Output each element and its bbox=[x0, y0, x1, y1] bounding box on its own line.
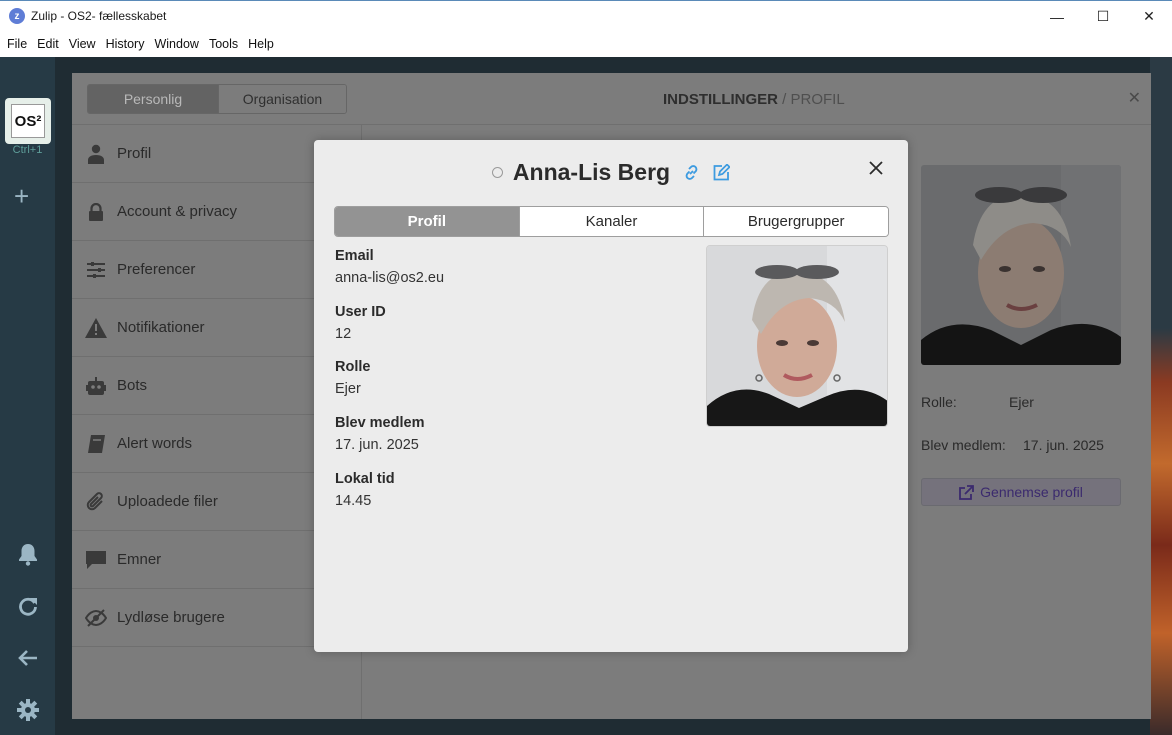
user-full-name: Anna-Lis Berg bbox=[512, 158, 671, 185]
settings-nav-label: Profil bbox=[117, 145, 152, 162]
preview-joined-value: 17. jun. 2025 bbox=[1023, 437, 1104, 453]
warning-icon bbox=[84, 317, 108, 338]
link-icon[interactable] bbox=[682, 163, 700, 181]
sliders-icon bbox=[84, 260, 108, 280]
field-label: Email bbox=[335, 248, 374, 264]
book-icon bbox=[84, 434, 108, 454]
settings-nav-label: Notifikationer bbox=[117, 319, 205, 336]
back-arrow-icon[interactable] bbox=[15, 645, 41, 671]
settings-section-toggle: Personlig Organisation bbox=[87, 84, 347, 114]
field-value: 17. jun. 2025 bbox=[335, 437, 419, 453]
field-value: 14.45 bbox=[335, 493, 372, 509]
message-icon bbox=[84, 550, 108, 570]
robot-icon bbox=[84, 376, 108, 396]
settings-nav-label: Lydløse brugere bbox=[117, 609, 225, 626]
bell-icon[interactable] bbox=[15, 541, 41, 567]
preview-role-label: Rolle: bbox=[921, 394, 957, 410]
settings-heading-sep: / bbox=[778, 91, 791, 108]
user-icon bbox=[84, 144, 108, 164]
lock-icon bbox=[84, 202, 108, 222]
field-value[interactable]: anna-lis@os2.eu bbox=[335, 270, 444, 286]
settings-nav-label: Account & privacy bbox=[117, 203, 238, 220]
field-label: Blev medlem bbox=[335, 415, 425, 431]
presence-indicator bbox=[491, 166, 503, 178]
tab-profil[interactable]: Profil bbox=[335, 207, 519, 236]
zulip-app-icon: z bbox=[9, 8, 25, 24]
field-role: Rolle Ejer bbox=[335, 359, 370, 397]
menu-history[interactable]: History bbox=[101, 37, 150, 51]
desktop-background-edge bbox=[1150, 57, 1172, 735]
close-window-button[interactable]: ✕ bbox=[1126, 1, 1172, 32]
field-value: Ejer bbox=[335, 381, 361, 397]
profile-preview bbox=[921, 165, 1121, 365]
menu-edit[interactable]: Edit bbox=[32, 37, 64, 51]
menu-bar: File Edit View History Window Tools Help bbox=[0, 31, 1172, 57]
preview-role-value: Ejer bbox=[1009, 394, 1034, 410]
tab-brugergrupper[interactable]: Brugergrupper bbox=[703, 207, 888, 236]
menu-window[interactable]: Window bbox=[149, 37, 203, 51]
modal-header: Anna-Lis Berg bbox=[314, 156, 908, 188]
maximize-button[interactable]: ☐ bbox=[1080, 1, 1126, 32]
settings-nav-label: Bots bbox=[117, 377, 148, 394]
settings-nav-label: Preferencer bbox=[117, 261, 196, 278]
menu-tools[interactable]: Tools bbox=[204, 37, 243, 51]
window-controls: — ☐ ✕ bbox=[1034, 1, 1172, 32]
field-email: Email anna-lis@os2.eu bbox=[335, 248, 444, 286]
menu-help[interactable]: Help bbox=[243, 37, 279, 51]
settings-close-icon[interactable]: ✕ bbox=[1128, 88, 1141, 108]
settings-heading-sub: PROFIL bbox=[790, 91, 845, 108]
user-profile-modal: Anna-Lis Berg Profil Kanaler Brugergrupp… bbox=[314, 140, 908, 652]
field-joined: Blev medlem 17. jun. 2025 bbox=[335, 415, 424, 453]
server-sidebar: OS² Ctrl+1 + bbox=[0, 57, 55, 735]
gear-icon[interactable] bbox=[15, 697, 41, 723]
settings-nav-label: Alert words bbox=[117, 435, 193, 452]
view-profile-label: Gennemse profil bbox=[980, 484, 1083, 500]
paperclip-icon bbox=[84, 491, 108, 512]
org-shortcut: Ctrl+1 bbox=[12, 144, 43, 156]
add-organization-button[interactable]: + bbox=[14, 183, 29, 209]
window-titlebar: z Zulip - OS2- fællesskabet — ☐ ✕ bbox=[0, 0, 1172, 31]
edit-icon[interactable] bbox=[712, 163, 730, 181]
field-user-id: User ID 12 bbox=[335, 304, 386, 342]
app-area: OS² Ctrl+1 + Personlig Organisation INDS… bbox=[0, 57, 1172, 735]
field-local-time: Lokal tid 14.45 bbox=[335, 471, 395, 509]
field-label: Lokal tid bbox=[335, 471, 395, 487]
menu-file[interactable]: File bbox=[2, 37, 32, 51]
preview-joined-label: Blev medlem: bbox=[921, 437, 1006, 453]
tab-kanaler[interactable]: Kanaler bbox=[518, 207, 704, 236]
tab-personal[interactable]: Personlig bbox=[88, 85, 218, 113]
tab-organization[interactable]: Organisation bbox=[218, 85, 346, 113]
eye-slash-icon bbox=[84, 608, 108, 628]
settings-topbar: Personlig Organisation INDSTILLINGER / P… bbox=[72, 73, 1151, 125]
profile-avatar[interactable] bbox=[706, 245, 888, 427]
settings-heading: INDSTILLINGER / PROFIL bbox=[663, 91, 845, 108]
menu-view[interactable]: View bbox=[64, 37, 101, 51]
org-switcher[interactable]: OS² bbox=[5, 98, 51, 144]
external-link-icon bbox=[959, 484, 975, 500]
reload-icon[interactable] bbox=[15, 593, 41, 619]
settings-nav-label: Uploadede filer bbox=[117, 493, 218, 510]
settings-nav-label: Emner bbox=[117, 551, 162, 568]
profile-tabs: Profil Kanaler Brugergrupper bbox=[334, 206, 889, 237]
org-logo: OS² bbox=[11, 104, 45, 138]
view-profile-button[interactable]: Gennemse profil bbox=[921, 478, 1121, 506]
field-label: User ID bbox=[335, 304, 386, 320]
window-title: Zulip - OS2- fællesskabet bbox=[31, 9, 167, 23]
modal-close-icon[interactable] bbox=[868, 160, 884, 176]
field-label: Rolle bbox=[335, 359, 371, 375]
settings-heading-main: INDSTILLINGER bbox=[663, 91, 778, 108]
field-value: 12 bbox=[335, 326, 352, 342]
minimize-button[interactable]: — bbox=[1034, 1, 1080, 32]
profile-preview-avatar[interactable] bbox=[921, 165, 1121, 365]
